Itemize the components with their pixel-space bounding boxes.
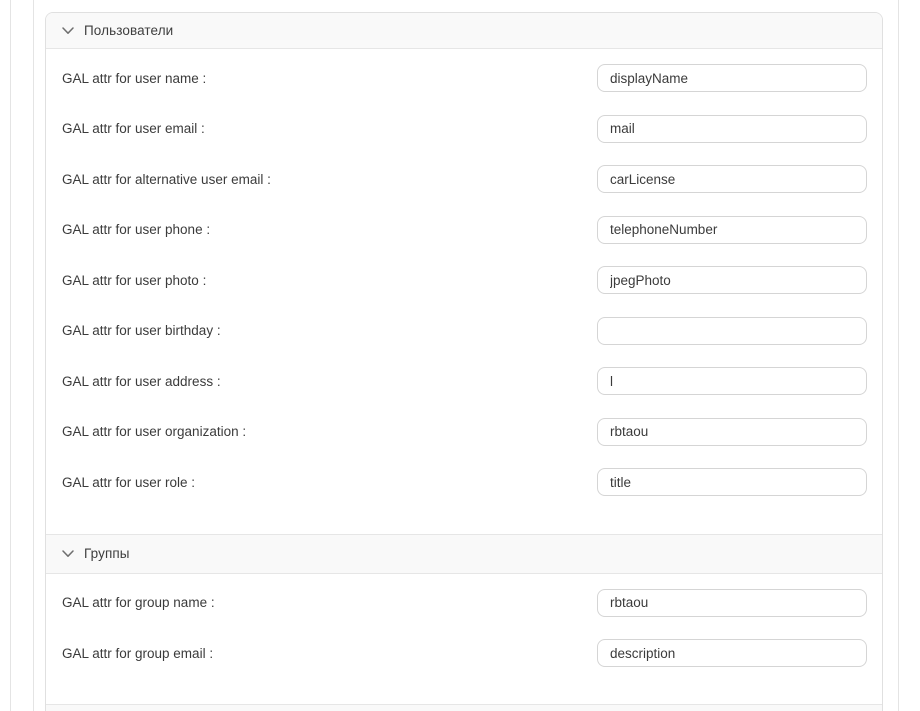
form-row: GAL attr for user photo : [46,255,882,306]
form-row: GAL attr for group name : [46,578,882,629]
form-row: GAL attr for user email : [46,104,882,155]
field-label-alt-user-email: GAL attr for alternative user email : [62,172,271,187]
field-label-user-phone: GAL attr for user phone : [62,222,210,237]
chevron-down-icon [62,548,74,560]
gal-user-phone-input[interactable] [597,216,867,244]
gal-settings-card: Пользователи GAL attr for user name : GA… [45,12,883,711]
gal-user-birthday-input[interactable] [597,317,867,345]
form-row: GAL attr for alternative user email : [46,154,882,205]
gal-user-email-input[interactable] [597,115,867,143]
vertical-divider-left-inner [33,0,34,711]
form-row: GAL attr for user birthday : [46,306,882,357]
form-row: GAL attr for group email : [46,628,882,679]
gal-alt-user-email-input[interactable] [597,165,867,193]
section-header-next[interactable] [46,704,882,711]
gal-user-photo-input[interactable] [597,266,867,294]
form-row: GAL attr for user address : [46,356,882,407]
vertical-divider-left-outer [10,0,11,711]
form-row: GAL attr for user name : [46,53,882,104]
section-header-users[interactable]: Пользователи [46,13,882,49]
section-body-groups: GAL attr for group name : GAL attr for g… [46,574,882,704]
form-row: GAL attr for user phone : [46,205,882,256]
gal-user-name-input[interactable] [597,64,867,92]
field-label-user-photo: GAL attr for user photo : [62,273,206,288]
gal-user-organization-input[interactable] [597,418,867,446]
section-body-users: GAL attr for user name : GAL attr for us… [46,49,882,534]
form-row: GAL attr for user role : [46,457,882,508]
chevron-down-icon [62,25,74,37]
field-label-user-birthday: GAL attr for user birthday : [62,323,221,338]
gal-user-address-input[interactable] [597,367,867,395]
gal-settings-page: Пользователи GAL attr for user name : GA… [0,0,920,711]
section-title-groups: Группы [84,546,130,561]
section-title-users: Пользователи [84,23,173,38]
field-label-user-address: GAL attr for user address : [62,374,221,389]
gal-group-email-input[interactable] [597,639,867,667]
field-label-user-name: GAL attr for user name : [62,71,206,86]
field-label-group-name: GAL attr for group name : [62,595,215,610]
vertical-divider-right [898,0,899,711]
field-label-user-email: GAL attr for user email : [62,121,205,136]
section-header-groups[interactable]: Группы [46,534,882,574]
form-row: GAL attr for user organization : [46,407,882,458]
field-label-group-email: GAL attr for group email : [62,646,213,661]
gal-group-name-input[interactable] [597,589,867,617]
field-label-user-role: GAL attr for user role : [62,475,195,490]
field-label-user-organization: GAL attr for user organization : [62,424,246,439]
gal-user-role-input[interactable] [597,468,867,496]
